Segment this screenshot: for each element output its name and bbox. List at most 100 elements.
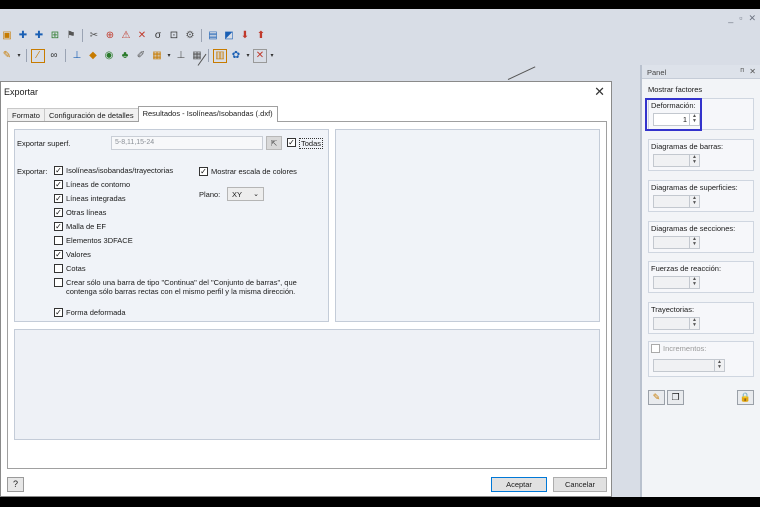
section-icon[interactable]: ⊕ (103, 29, 117, 43)
dropdown-arrow-icon[interactable]: ▾ (166, 52, 172, 59)
option-fe-mesh-checkbox[interactable]: Malla de EF (54, 222, 106, 231)
option-label: Líneas integradas (66, 194, 126, 203)
tab-format[interactable]: Formato (7, 108, 45, 122)
option-single-member-checkbox[interactable]: Crear sólo una barra de tipo "Continua" … (54, 278, 316, 296)
node-icon[interactable]: ⊞ (48, 29, 62, 43)
cancel-button[interactable]: Cancelar (553, 477, 607, 492)
view-icon[interactable]: ⊡ (167, 29, 181, 43)
checkbox-box[interactable] (54, 236, 63, 245)
glasses-icon[interactable]: ∞ (47, 49, 61, 63)
checkbox-box[interactable] (54, 222, 63, 231)
dimension-icon[interactable]: ⊥ (174, 49, 188, 63)
export-icon[interactable]: ▥ (213, 48, 227, 63)
copy-icon[interactable]: ❐ (667, 390, 684, 405)
model-icon[interactable]: ▣ (0, 29, 14, 43)
dropdown-arrow-icon[interactable]: ▾ (269, 52, 275, 59)
lock-icon[interactable]: 🔒 (737, 390, 754, 405)
pencil-icon[interactable]: ✎ (0, 49, 14, 63)
color-scale-checkbox[interactable]: Mostrar escala de colores (199, 167, 297, 176)
minimize-button[interactable]: _ (728, 13, 733, 24)
checkbox-box[interactable] (54, 194, 63, 203)
dropdown-arrow-icon[interactable]: ▾ (16, 52, 22, 59)
pin-icon[interactable]: ᴨ (740, 67, 744, 74)
checkbox-box[interactable] (54, 180, 63, 189)
option-integrated-lines-checkbox[interactable]: Líneas integradas (54, 194, 126, 203)
edit-icon[interactable]: ✐ (134, 49, 148, 63)
edit-factors-icon[interactable]: ✎ (648, 390, 665, 405)
option-other-lines-checkbox[interactable]: Otras líneas (54, 208, 106, 217)
pick-cursor-icon[interactable]: ⇱ (266, 136, 282, 150)
option-label: Cotas (66, 264, 86, 273)
support-icon[interactable]: ✚ (32, 29, 46, 43)
ok-button[interactable]: Aceptar (491, 477, 547, 492)
delete-icon[interactable]: ✕ (253, 48, 267, 63)
panel-header: Panel ᴨ ✕ (642, 65, 760, 79)
checkbox-box[interactable] (54, 250, 63, 259)
load-icon[interactable]: ✚ (16, 29, 30, 43)
tab-results-isolines[interactable]: Resultados - Isolíneas/Isobandas (.dxf) (137, 106, 278, 122)
deformed-shape-checkbox[interactable]: Forma deformada (54, 308, 126, 317)
checkbox-box[interactable] (199, 167, 208, 176)
checkbox-box[interactable] (54, 208, 63, 217)
spinner-arrows-icon[interactable]: ▲ ▼ (689, 155, 699, 166)
close-icon[interactable]: ✕ (594, 84, 605, 100)
line-icon[interactable]: ⊥ (70, 49, 84, 63)
increments-spinner[interactable]: ▲ ▼ (653, 359, 725, 372)
checkbox-box[interactable] (54, 308, 63, 317)
tab-content: Exportar superf. 5-8,11,15-24 ⇱ Todas Ex… (7, 121, 607, 469)
all-surfaces-checkbox[interactable]: Todas (287, 138, 324, 149)
diagram-icon[interactable]: ◩ (222, 29, 236, 43)
trajectories-label: Trayectorias: (651, 305, 695, 314)
spinner-arrows-icon[interactable]: ▲ ▼ (689, 196, 699, 207)
sigma-icon[interactable]: σ (151, 29, 165, 43)
trajectories-spinner[interactable]: ▲ ▼ (653, 317, 700, 330)
chevron-down-icon: ⌄ (253, 191, 259, 198)
cross-icon[interactable]: ✕ (135, 29, 149, 43)
dropdown-arrow-icon[interactable]: ▾ (245, 52, 251, 59)
render-icon[interactable]: ✿ (229, 49, 243, 63)
triangle-icon[interactable]: ⚠ (119, 29, 133, 43)
close-window-button[interactable]: ✕ (748, 13, 756, 24)
surface-diagrams-spinner[interactable]: ▲ ▼ (653, 195, 700, 208)
section-diagrams-spinner[interactable]: ▲ ▼ (653, 236, 700, 249)
transform-icon[interactable]: ⚙ (183, 29, 197, 43)
option-isolines-checkbox[interactable]: Isolíneas/isobandas/trayectorias (54, 166, 173, 175)
surface-icon[interactable]: ◆ (86, 49, 100, 63)
preview-pane (335, 129, 600, 322)
checkbox-box[interactable] (54, 166, 63, 175)
increments-checkbox[interactable]: Incrementos: (651, 344, 706, 353)
solid-icon[interactable]: ◉ (102, 49, 116, 63)
checkbox-box[interactable] (54, 278, 63, 287)
scissors-icon[interactable]: ✂ (87, 29, 101, 43)
help-icon[interactable]: ? (7, 477, 24, 492)
option-contour-lines-checkbox[interactable]: Líneas de contorno (54, 180, 130, 189)
option-dimensions-checkbox[interactable]: Cotas (54, 264, 86, 273)
member-diagrams-spinner[interactable]: ▲ ▼ (653, 154, 700, 167)
tree-icon[interactable]: ♣ (118, 49, 132, 63)
restore-button[interactable]: ▫ (739, 13, 742, 24)
spinner-arrows-icon[interactable]: ▲ ▼ (689, 237, 699, 248)
member-icon[interactable]: ⁄ (31, 48, 45, 63)
plane-select[interactable]: XY ⌄ (227, 187, 264, 201)
option-label: Malla de EF (66, 222, 107, 231)
spinner-arrows-icon[interactable]: ▲ ▼ (714, 360, 724, 371)
arrow-down-icon[interactable]: ⬇ (238, 29, 252, 43)
flag-icon[interactable]: ⚑ (64, 29, 78, 43)
option-values-checkbox[interactable]: Valores (54, 250, 91, 259)
secondary-toolbar: ✎ ▾ ⁄ ∞ ⊥ ◆ ◉ ♣ ✐ ▦ ▾ ⊥ ▦ ▥ ✿ ▾ ✕ ▾ (0, 46, 275, 65)
export-surface-input[interactable]: 5-8,11,15-24 (111, 136, 263, 150)
results-icon[interactable]: ▤ (206, 29, 220, 43)
arrow-up-icon[interactable]: ⬆ (254, 29, 268, 43)
dialog-title: Exportar (4, 87, 39, 97)
grid-icon[interactable]: ▦ (150, 49, 164, 63)
spinner-arrows-icon[interactable]: ▲ ▼ (689, 318, 699, 329)
option-3dface-checkbox[interactable]: Elementos 3DFACE (54, 236, 133, 245)
checkbox-box[interactable] (287, 138, 296, 147)
spinner-arrows-icon[interactable]: ▲ ▼ (689, 277, 699, 288)
checkbox-box[interactable] (651, 344, 660, 353)
tab-detail-settings[interactable]: Configuración de detalles (43, 108, 139, 122)
toolbar-separator (208, 49, 209, 62)
checkbox-box[interactable] (54, 264, 63, 273)
close-icon[interactable]: ✕ (749, 67, 756, 76)
reaction-forces-spinner[interactable]: ▲ ▼ (653, 276, 700, 289)
